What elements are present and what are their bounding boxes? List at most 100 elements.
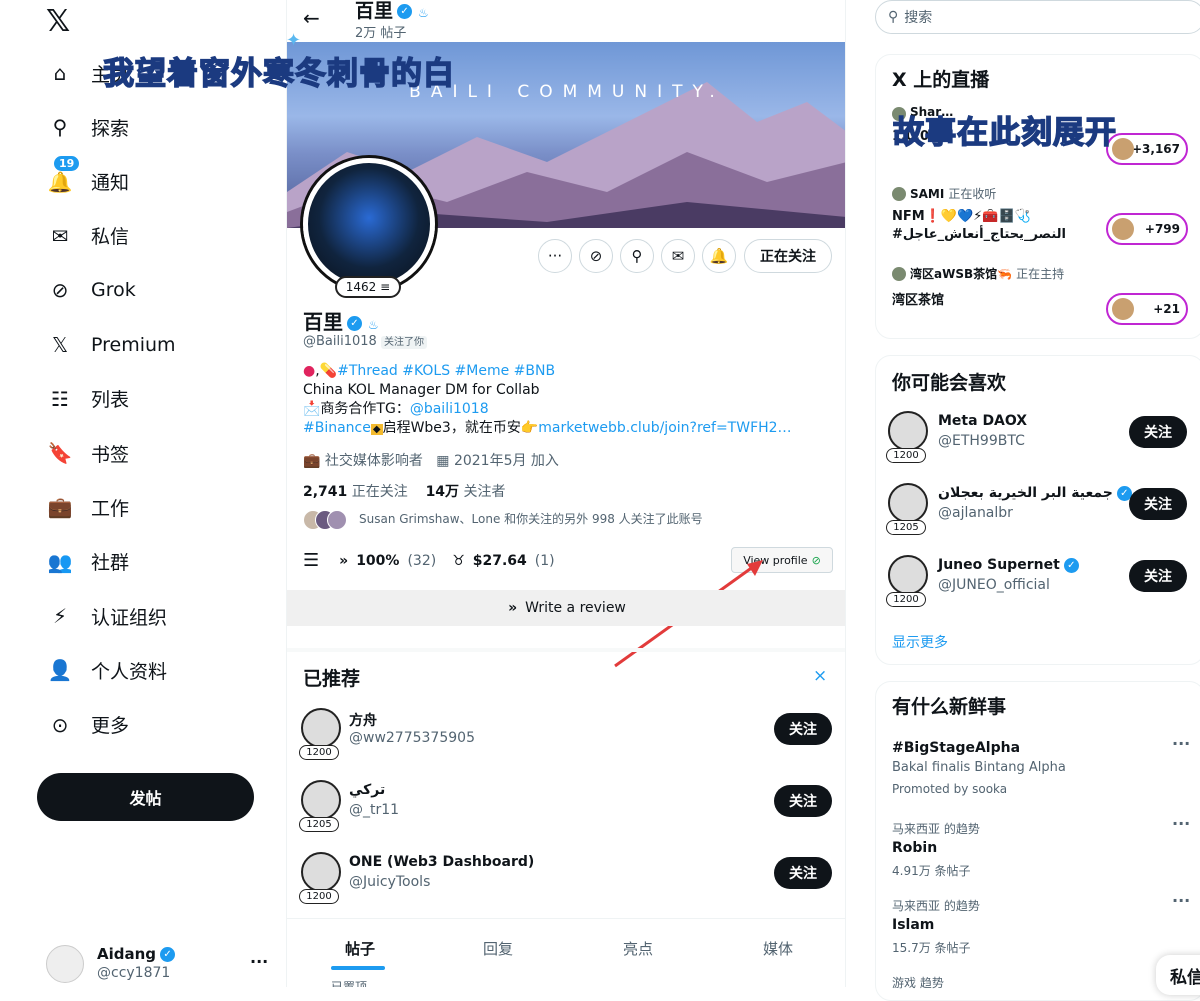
nav-item[interactable]: 𝕏 Premium: [46, 325, 176, 365]
close-icon[interactable]: ×: [813, 666, 827, 686]
nav-item-label: Grok: [91, 279, 136, 302]
profile-bio: ●,💊#Thread #KOLS #Meme #BNB China KOL Ma…: [303, 363, 792, 436]
follow-button[interactable]: 关注: [774, 857, 832, 889]
nav-item[interactable]: ⊙ 更多: [46, 705, 129, 745]
message-icon[interactable]: ✉: [661, 239, 695, 273]
trend-more-icon[interactable]: ···: [1172, 891, 1190, 910]
nav-item-label: 更多: [91, 715, 130, 738]
overlay-caption: 我望着窗外寒冬刺骨的白: [102, 55, 455, 93]
follow-button[interactable]: 关注: [774, 785, 832, 817]
live-host[interactable]: 湾区aWSB茶馆🦐 正在主持: [910, 265, 1064, 282]
recommended-avatar[interactable]: [301, 852, 341, 892]
k-score-badge: 1205: [886, 520, 926, 535]
profile-tab[interactable]: 回复: [483, 938, 513, 959]
trend-meta: 4.91万 条帖子: [892, 864, 971, 878]
notify-bell-icon[interactable]: 🔔: [702, 239, 736, 273]
follows-you-badge: 关注了你: [380, 336, 427, 349]
show-more-link[interactable]: 显示更多: [892, 632, 948, 652]
trend-category[interactable]: #BigStageAlpha: [892, 740, 1020, 756]
k-score-badge: 1462 ≡: [335, 276, 401, 298]
follow-button[interactable]: 关注: [1129, 560, 1187, 592]
trend-name[interactable]: Bakal finalis Bintang Alpha: [892, 760, 1066, 775]
profile-avatar[interactable]: [303, 158, 435, 290]
nav-item[interactable]: 👥 社群: [46, 542, 129, 582]
follower-avatars[interactable]: [303, 510, 347, 530]
profile-tab[interactable]: 帖子: [345, 938, 375, 959]
messages-drawer[interactable]: 私信: [1156, 955, 1200, 995]
recommended-name[interactable]: تركي: [349, 782, 385, 798]
recommended-avatar[interactable]: [301, 708, 341, 748]
trend-category[interactable]: 马来西亚 的趋势: [892, 820, 980, 837]
search-input[interactable]: ⚲ 搜索: [875, 0, 1200, 34]
account-avatar[interactable]: [46, 945, 84, 983]
nav-item[interactable]: ⊘ Grok: [46, 270, 136, 310]
search-profile-icon[interactable]: ⚲: [620, 239, 654, 273]
follow-button[interactable]: 关注: [774, 713, 832, 745]
listeners-pill[interactable]: +21: [1106, 293, 1188, 325]
account-name[interactable]: Aidang ✓: [97, 945, 176, 963]
trend-category[interactable]: 游戏 趋势: [892, 974, 944, 991]
x-logo-icon[interactable]: 𝕏: [46, 4, 70, 39]
nav-item-label: 书签: [91, 443, 130, 466]
recommended-avatar[interactable]: [301, 780, 341, 820]
back-arrow-icon[interactable]: ←: [303, 6, 320, 30]
following-link[interactable]: 2,741 正在关注: [303, 484, 408, 500]
nav-item[interactable]: ⚲ 探索: [46, 107, 129, 147]
account-more-icon[interactable]: ···: [250, 952, 268, 971]
live-host[interactable]: SAMI 正在收听: [910, 185, 996, 202]
nav-item[interactable]: 🔔 19 通知: [46, 155, 130, 202]
bio-tg-link[interactable]: @baili1018: [410, 401, 489, 417]
profile-tab[interactable]: 媒体: [763, 938, 793, 959]
nav-item[interactable]: 🔖 书签: [46, 433, 129, 473]
suggest-name[interactable]: Juneo Supernet ✓: [938, 557, 1079, 573]
nav-item-label: 通知: [91, 172, 130, 195]
k-score-badge: 1200: [886, 448, 926, 463]
x-logo-icon: 𝕏: [51, 332, 69, 357]
recommended-name[interactable]: 方舟: [349, 710, 377, 730]
profile-category: 社交媒体影响者: [324, 453, 423, 469]
k-score-badge: 1200: [299, 889, 339, 904]
trend-category[interactable]: 马来西亚 的趋势: [892, 897, 980, 914]
follow-button[interactable]: 关注: [1129, 416, 1187, 448]
nav-item[interactable]: ⚡ 认证组织: [46, 596, 167, 636]
live-title[interactable]: 湾区茶馆: [892, 289, 944, 308]
nav-item[interactable]: ☷ 列表: [46, 379, 129, 419]
post-button[interactable]: 发帖: [37, 773, 254, 821]
following-button[interactable]: 正在关注: [744, 239, 832, 273]
followers-link[interactable]: 14万 关注者: [426, 484, 506, 500]
write-review-button[interactable]: » Write a review: [287, 590, 845, 626]
suggest-avatar[interactable]: [888, 411, 928, 451]
suggest-name[interactable]: جمعية البر الخيرية بعجلان ✓: [938, 485, 1132, 501]
recommended-handle: @_tr11: [349, 802, 400, 818]
followed-by-text[interactable]: Susan Grimshaw、Lone 和你关注的另外 998 人关注了此账号: [359, 510, 703, 527]
verified-icon: ✓: [347, 316, 362, 331]
recommended-handle: @JuicyTools: [349, 874, 431, 890]
suggest-name[interactable]: Meta DAOX: [938, 413, 1027, 429]
nav-item[interactable]: 💼 工作: [46, 487, 129, 527]
more-options-icon[interactable]: ···: [538, 239, 572, 273]
recommended-name[interactable]: ONE (Web3 Dashboard): [349, 854, 534, 870]
grok-icon[interactable]: ⊘: [579, 239, 613, 273]
bio-ref-link[interactable]: marketwebb.club/join?ref=TWFH2…: [538, 420, 791, 436]
k-score-badge: 1200: [886, 592, 926, 607]
trend-name[interactable]: Islam: [892, 917, 934, 933]
nav-item[interactable]: 👤 个人资料: [46, 650, 167, 690]
bio-binance-tag[interactable]: #Binance: [303, 420, 371, 436]
suggest-title: 你可能会喜欢: [892, 372, 1007, 394]
suggest-avatar[interactable]: [888, 555, 928, 595]
profile-tab[interactable]: 亮点: [623, 938, 653, 959]
bio-hashtags[interactable]: #Thread #KOLS #Meme #BNB: [337, 363, 555, 379]
verified-icon: ✓: [160, 947, 176, 962]
live-title[interactable]: NFM❗💛💙⚡🧰🗄️🩺: [892, 209, 1031, 224]
trend-more-icon[interactable]: ···: [1172, 814, 1190, 833]
nav-item[interactable]: ✉ 私信: [46, 216, 129, 256]
listeners-pill[interactable]: +3,167: [1106, 133, 1188, 165]
k-score-badge: 1200: [299, 745, 339, 760]
trend-more-icon[interactable]: ···: [1172, 734, 1190, 753]
trend-name[interactable]: Robin: [892, 840, 937, 856]
bio-line: China KOL Manager DM for Collab: [303, 382, 540, 398]
suggest-avatar[interactable]: [888, 483, 928, 523]
follow-button[interactable]: 关注: [1129, 488, 1187, 520]
listeners-pill[interactable]: +799: [1106, 213, 1188, 245]
left-navigation: 𝕏 ⌂ 主页 ⚲ 探索 🔔 19 通知 ✉ 私信 ⊘ Grok 𝕏 Premium ☷ 列表 🔖 书签 💼 工作 👥 社…: [0, 0, 286, 987]
